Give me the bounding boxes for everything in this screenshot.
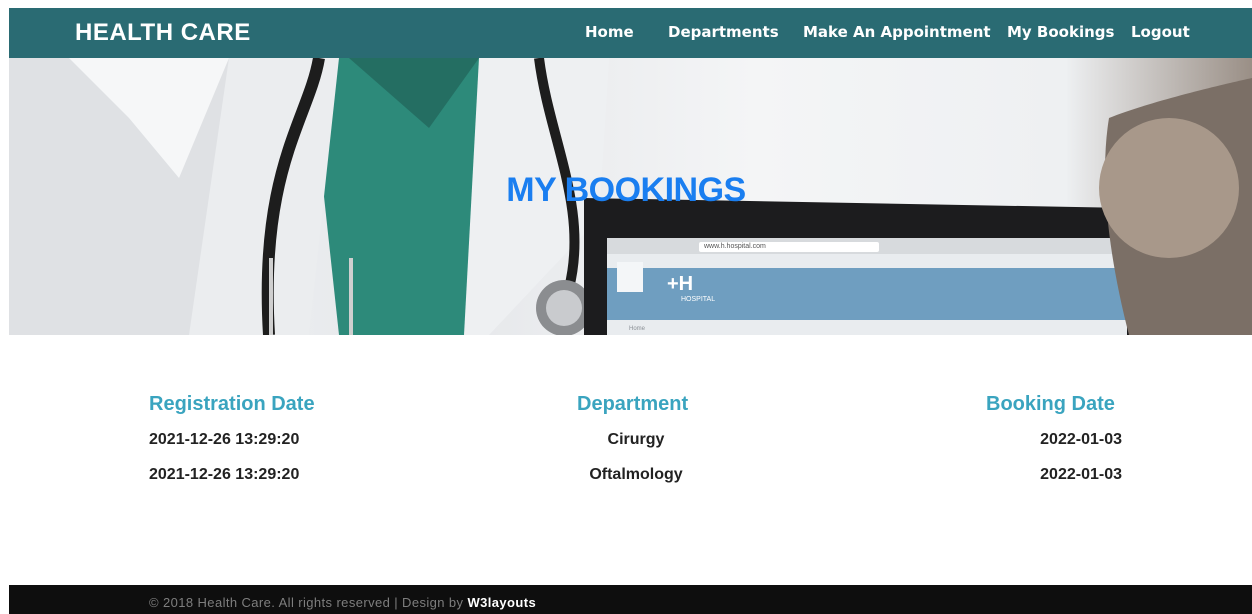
nav-make-appointment[interactable]: Make An Appointment (803, 23, 991, 41)
cell-registration-date: 2021-12-26 13:29:20 (149, 466, 300, 483)
nav-logout[interactable]: Logout (1131, 23, 1190, 41)
header-booking-date: Booking Date (986, 393, 1115, 415)
cell-booking-date: 2022-01-03 (1040, 466, 1122, 483)
navbar: HEALTH CARE Home Departments Make An App… (9, 8, 1252, 58)
header-registration-date: Registration Date (149, 393, 315, 415)
laptop-menu-home: Home (629, 326, 646, 332)
cell-department: Cirurgy (607, 431, 665, 448)
page-title: MY BOOKINGS (506, 171, 746, 209)
nav-departments[interactable]: Departments (668, 23, 779, 41)
cell-booking-date: 2022-01-03 (1040, 431, 1122, 448)
nav-home[interactable]: Home (585, 23, 634, 41)
header-department: Department (577, 393, 689, 415)
footer: © 2018 Health Care. All rights reserved … (9, 585, 1252, 614)
laptop-hospital-logo-sub: HOSPITAL (681, 296, 716, 303)
nav-my-bookings[interactable]: My Bookings (1007, 23, 1114, 41)
laptop-url-bar: www.h.hospital.com (704, 243, 766, 250)
footer-copyright: © 2018 Health Care. All rights reserved … (149, 595, 536, 610)
laptop-hospital-logo: +H (667, 273, 694, 295)
brand-logo[interactable]: HEALTH CARE (75, 19, 251, 47)
cell-registration-date: 2021-12-26 13:29:20 (149, 431, 300, 448)
footer-copyright-text: © 2018 Health Care. All rights reserved … (149, 595, 468, 610)
cell-department: Oftalmology (589, 466, 683, 483)
footer-designer-link[interactable]: W3layouts (467, 595, 536, 610)
